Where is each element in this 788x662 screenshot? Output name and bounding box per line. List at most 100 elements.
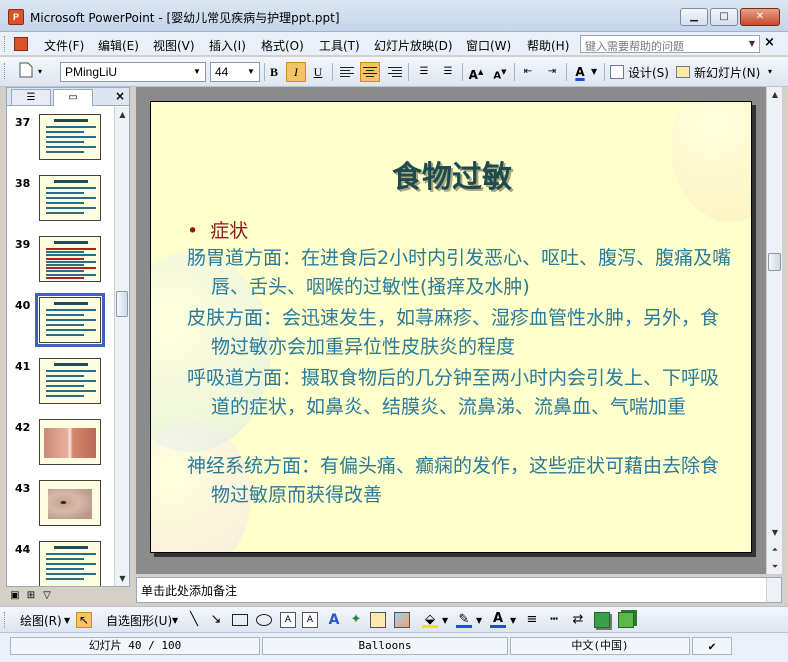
next-slide-icon[interactable]: ⏷ <box>767 559 783 574</box>
picture-icon[interactable] <box>394 612 410 628</box>
minimize-button[interactable]: ▁ <box>680 8 708 26</box>
font-color-icon[interactable]: A <box>490 612 506 628</box>
bullet-list-icon[interactable]: ☰ <box>438 62 458 82</box>
slide-thumbnail[interactable] <box>39 358 101 404</box>
chevron-down-icon[interactable]: ▼ <box>442 616 448 625</box>
autoshapes-button[interactable]: 自选图形(U) <box>106 612 172 629</box>
previous-slide-icon[interactable]: ⏶ <box>767 542 783 557</box>
align-right-icon[interactable] <box>384 62 404 82</box>
vertical-textbox-icon[interactable]: A <box>302 612 318 628</box>
align-left-icon[interactable] <box>338 62 358 82</box>
scrollbar-thumb[interactable] <box>116 291 128 317</box>
menu-edit[interactable]: 编辑(E) <box>98 37 139 54</box>
rectangle-icon[interactable] <box>232 614 248 626</box>
font-color-button[interactable]: A <box>570 62 590 82</box>
thumbnail-item[interactable]: 44 <box>7 541 113 586</box>
underline-button[interactable]: U <box>308 62 328 82</box>
body-paragraph[interactable]: 肠胃道方面：在进食后2小时内引发恶心、呕吐、腹泻、腹痛及嘴唇、舌头、咽喉的过敏性… <box>187 244 737 302</box>
document-close-button[interactable]: × <box>764 35 775 50</box>
grip-handle[interactable] <box>4 36 7 52</box>
decrease-font-button[interactable]: A▼ <box>490 62 510 82</box>
toolbar-options-icon[interactable]: ▾ <box>38 62 50 82</box>
scroll-up-icon[interactable]: ▲ <box>767 87 783 102</box>
clipart-icon[interactable] <box>370 612 386 628</box>
draw-menu-button[interactable]: 绘图(R) <box>20 612 62 629</box>
slide-thumbnail[interactable] <box>39 541 101 586</box>
slide-thumbnail[interactable] <box>39 175 101 221</box>
thumbnail-item[interactable]: 38 <box>7 175 113 225</box>
toolbar-options-icon[interactable]: ▾ <box>768 62 778 82</box>
thumbnail-item[interactable]: 39 <box>7 236 113 286</box>
slide-thumbnail[interactable] <box>35 293 105 347</box>
tab-outline[interactable]: ☰ <box>11 89 51 105</box>
normal-view-icon[interactable]: ▣ <box>8 589 22 603</box>
close-button[interactable]: ✕ <box>740 8 780 26</box>
chevron-down-icon[interactable]: ▼ <box>244 64 258 80</box>
menu-slideshow[interactable]: 幻灯片放映(D) <box>374 37 453 54</box>
panel-close-button[interactable]: × <box>115 89 125 103</box>
tab-slides[interactable]: ▭ <box>53 89 93 106</box>
document-icon[interactable] <box>14 37 28 51</box>
fill-color-icon[interactable]: ⬙ <box>422 612 438 628</box>
line-style-icon[interactable]: ≡ <box>524 612 540 628</box>
body-paragraph[interactable]: 呼吸道方面：摄取食物后的几分钟至两小时内会引发上、下呼吸道的症状，如鼻炎、结膜炎… <box>187 364 737 422</box>
chevron-down-icon[interactable]: ▼ <box>510 616 516 625</box>
slide-thumbnail[interactable] <box>39 236 101 282</box>
arrow-icon[interactable]: ↘ <box>208 612 224 628</box>
thumbnail-item[interactable]: 40 <box>7 293 113 347</box>
thumbnail-item[interactable]: 42 <box>7 419 113 469</box>
new-slide-button[interactable]: 新幻灯片(N) <box>694 64 760 81</box>
spelling-check-icon[interactable]: ✔ <box>692 637 732 655</box>
dash-style-icon[interactable]: ┅ <box>546 612 562 628</box>
slide-thumbnail[interactable] <box>39 114 101 160</box>
menu-tools[interactable]: 工具(T) <box>319 37 360 54</box>
slide-title[interactable]: 食物过敏 <box>151 152 751 196</box>
shadow-style-icon[interactable] <box>594 612 610 628</box>
new-document-icon[interactable] <box>16 62 36 82</box>
textbox-icon[interactable]: A <box>280 612 296 628</box>
thumbnail-item[interactable]: 37 <box>7 114 113 164</box>
current-slide[interactable]: 食物过敏 • 症状 肠胃道方面：在进食后2小时内引发恶心、呕吐、腹泻、腹痛及嘴唇、… <box>150 101 752 553</box>
bullet-heading[interactable]: • 症状 <box>187 216 248 243</box>
menu-window[interactable]: 窗口(W) <box>466 37 511 54</box>
thumbnail-scrollbar[interactable]: ▲ ▼ <box>114 107 129 586</box>
help-search-input[interactable]: 键入需要帮助的问题 ▼ <box>580 35 760 53</box>
increase-indent-icon[interactable]: ⇥ <box>542 62 562 82</box>
grip-handle[interactable] <box>4 612 7 628</box>
select-pointer-icon[interactable]: ↖ <box>76 612 92 628</box>
thumbnail-item[interactable]: 43 <box>7 480 113 530</box>
menu-help[interactable]: 帮助(H) <box>527 37 569 54</box>
chevron-down-icon[interactable]: ▼ <box>591 62 601 82</box>
scroll-down-icon[interactable]: ▼ <box>115 571 130 586</box>
scrollbar-thumb[interactable] <box>768 253 781 271</box>
slide-thumbnail[interactable] <box>39 419 101 465</box>
menu-file[interactable]: 文件(F) <box>44 37 84 54</box>
chevron-down-icon[interactable]: ▼ <box>190 64 204 80</box>
bold-button[interactable]: B <box>264 62 284 82</box>
slide-scrollbar[interactable]: ▲ ▼ ⏶ ⏷ <box>766 87 782 574</box>
design-button[interactable]: 设计(S) <box>628 64 669 81</box>
menu-view[interactable]: 视图(V) <box>153 37 195 54</box>
notes-scrollbar[interactable] <box>766 578 781 602</box>
line-color-icon[interactable]: ✎ <box>456 612 472 628</box>
body-paragraph[interactable]: 神经系统方面：有偏头痛、癫痫的发作，这些症状可藉由去除食物过敏原而获得改善 <box>187 452 737 510</box>
scroll-down-icon[interactable]: ▼ <box>767 525 783 540</box>
italic-button[interactable]: I <box>286 62 306 82</box>
font-name-select[interactable]: PMingLiU ▼ <box>60 62 206 82</box>
thumbnail-item[interactable]: 41 <box>7 358 113 408</box>
decrease-indent-icon[interactable]: ⇤ <box>518 62 538 82</box>
slide-thumbnail[interactable] <box>39 480 101 526</box>
maximize-button[interactable]: □ <box>710 8 738 26</box>
menu-format[interactable]: 格式(O) <box>261 37 304 54</box>
arrow-style-icon[interactable]: ⇄ <box>570 612 586 628</box>
line-icon[interactable]: ╲ <box>186 612 202 628</box>
body-paragraph[interactable]: 皮肤方面：会迅速发生，如荨麻疹、湿疹血管性水肿，另外，食物过敏亦会加重异位性皮肤… <box>187 304 737 362</box>
chevron-down-icon[interactable]: ▼ <box>745 36 759 52</box>
grip-handle[interactable] <box>4 63 7 79</box>
align-center-icon[interactable] <box>360 62 380 82</box>
numbered-list-icon[interactable]: ☰ <box>414 62 434 82</box>
notes-pane[interactable]: 单击此处添加备注 <box>136 577 782 603</box>
slide-sorter-icon[interactable]: ⊞ <box>24 589 38 603</box>
scroll-up-icon[interactable]: ▲ <box>115 107 130 122</box>
chevron-down-icon[interactable]: ▼ <box>476 616 482 625</box>
